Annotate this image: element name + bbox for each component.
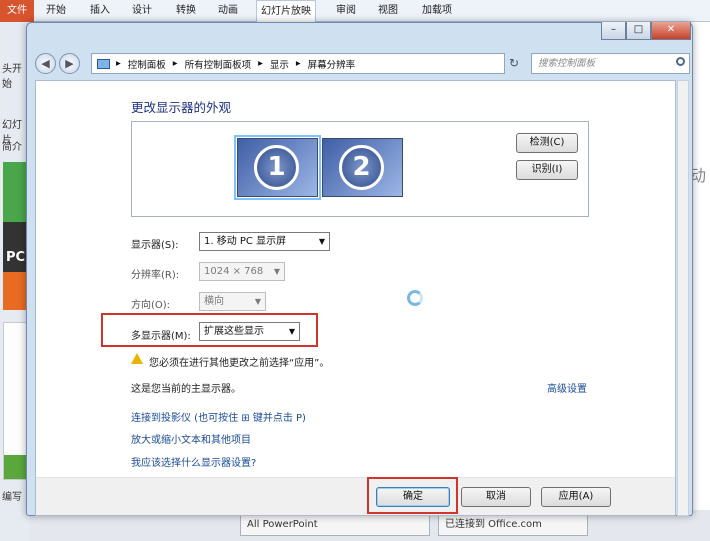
loading-spinner-icon (407, 290, 423, 306)
ppt-tab-addins[interactable]: 加载项 (418, 0, 456, 22)
breadcrumb-sep-icon: ▸ (258, 58, 263, 69)
ppt-tab-slideshow[interactable]: 幻灯片放映 (256, 0, 316, 22)
control-panel-icon (97, 58, 110, 69)
chevron-down-icon: ▼ (318, 237, 325, 246)
ppt-tab-insert[interactable]: 插入 (86, 0, 114, 22)
ok-button[interactable]: 确定 (376, 487, 450, 507)
resolution-value: 1024 × 768 (204, 266, 264, 277)
ppt-tab-home[interactable]: 开始 (42, 0, 70, 22)
text-size-link[interactable]: 放大或缩小文本和其他项目 (131, 431, 251, 446)
navigation-bar: ◀ ▶ ▸ 控制面板 ▸ 所有控制面板项 ▸ 显示 ▸ 屏幕分辨率 ↻ 搜索控制… (35, 51, 690, 75)
monitor-preview: 1 2 检测(C) 识别(I) (131, 121, 589, 217)
vertical-scrollbar[interactable] (677, 80, 689, 516)
minimize-button[interactable]: – (601, 22, 626, 40)
ppt-snippet-intro: 简介 (2, 142, 22, 153)
display-value: 1. 移动 PC 显示屏 (204, 236, 287, 247)
forward-button[interactable]: ▶ (59, 53, 80, 74)
display-label: 显示器(S): (131, 240, 179, 251)
back-button[interactable]: ◀ (35, 53, 56, 74)
page-title: 更改显示器的外观 (131, 100, 232, 115)
apply-button[interactable]: 应用(A) (541, 487, 611, 507)
resolution-label: 分辨率(R): (131, 270, 180, 281)
monitor-1-number: 1 (254, 145, 299, 190)
multi-display-label: 多显示器(M): (131, 331, 191, 342)
ppt-tab-review[interactable]: 审阅 (332, 0, 360, 22)
breadcrumb-control-panel[interactable]: 控制面板 (128, 57, 166, 71)
ppt-thumb-text: PC (6, 250, 26, 265)
ppt-ribbon: 文件 开始 插入 设计 转换 动画 幻灯片放映 审阅 视图 加载项 (0, 0, 710, 22)
multi-display-select[interactable]: 扩展这些显示 ▼ (199, 322, 300, 341)
connect-projector-link[interactable]: 连接到投影仪 (也可按住 ⊞ 键并点击 P) (131, 409, 306, 424)
maximize-button[interactable]: □ (626, 22, 651, 40)
orientation-value: 横向 (204, 296, 224, 307)
close-button[interactable]: ✕ (651, 22, 691, 40)
ppt-snippet-edit: 编写 (2, 492, 22, 503)
refresh-icon[interactable]: ↻ (509, 56, 519, 70)
breadcrumb-sep-icon: ▸ (295, 58, 301, 69)
ppt-tab-design[interactable]: 设计 (128, 0, 156, 22)
orientation-label: 方向(O): (131, 300, 171, 311)
warning-icon (131, 353, 143, 364)
ppt-tab-animations[interactable]: 动画 (214, 0, 242, 22)
monitor-1-tile[interactable]: 1 (234, 135, 321, 200)
search-icon[interactable] (676, 57, 685, 66)
content-panel: 更改显示器的外观 1 2 检测(C) 识别(I) 显示器(S): 1. 移动 P… (35, 80, 676, 516)
warning-text: 您必须在进行其他更改之前选择“应用”。 (149, 358, 330, 369)
ppt-status-left: All PowerPoint (240, 514, 430, 536)
address-bar[interactable]: ▸ 控制面板 ▸ 所有控制面板项 ▸ 显示 ▸ 屏幕分辨率 (91, 53, 505, 74)
multi-display-value: 扩展这些显示 (204, 326, 264, 337)
resolution-select[interactable]: 1024 × 768 ▼ (199, 262, 285, 281)
monitor-2-number: 2 (339, 145, 384, 190)
forward-arrow-icon: ▶ (65, 57, 74, 70)
display-select[interactable]: 1. 移动 PC 显示屏 ▼ (199, 232, 330, 251)
chevron-down-icon: ▼ (273, 267, 280, 276)
search-input[interactable]: 搜索控制面板 (531, 53, 690, 74)
monitor-2-tile[interactable]: 2 (322, 138, 403, 197)
identify-button[interactable]: 识别(I) (516, 160, 578, 180)
breadcrumb-screen-resolution[interactable]: 屏幕分辨率 (308, 57, 356, 71)
chevron-down-icon: ▼ (288, 327, 295, 336)
cancel-button[interactable]: 取消 (461, 487, 531, 507)
back-arrow-icon: ◀ (41, 57, 50, 70)
ppt-file-tab[interactable]: 文件 (0, 0, 34, 22)
breadcrumb-display[interactable]: 显示 (270, 57, 289, 71)
orientation-select[interactable]: 横向 ▼ (199, 292, 266, 311)
breadcrumb-sep-icon: ▸ (116, 58, 121, 69)
advanced-settings-link[interactable]: 高级设置 (547, 380, 587, 395)
detect-button[interactable]: 检测(C) (516, 133, 578, 153)
which-settings-link[interactable]: 我应该选择什么显示器设置? (131, 454, 256, 469)
breadcrumb-sep-icon: ▸ (172, 58, 178, 69)
chevron-down-icon: ▼ (254, 297, 261, 306)
breadcrumb-all-items[interactable]: 所有控制面板项 (185, 57, 252, 71)
ppt-status-office: 已连接到 Office.com (438, 514, 588, 536)
ppt-tab-transitions[interactable]: 转换 (172, 0, 200, 22)
screen-resolution-window: – □ ✕ ◀ ▶ ▸ 控制面板 ▸ 所有控制面板项 ▸ 显示 ▸ 屏幕分辨率 … (26, 22, 693, 516)
ppt-tab-view[interactable]: 视图 (374, 0, 402, 22)
primary-display-note: 这是您当前的主显示器。 (131, 384, 241, 395)
